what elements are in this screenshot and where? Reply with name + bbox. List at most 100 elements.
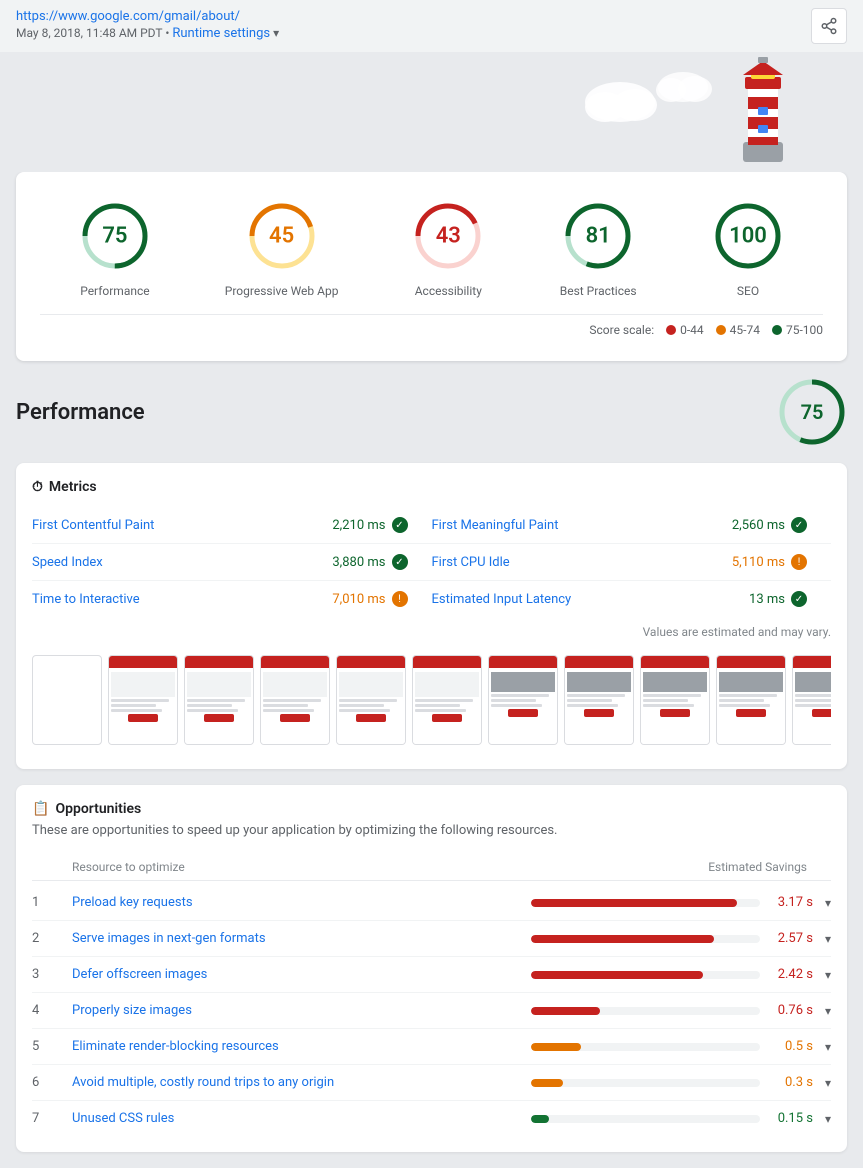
scale-item: 75-100 xyxy=(772,323,823,337)
score-scale: Score scale: 0-4445-7475-100 xyxy=(40,314,823,337)
opp-bar-container xyxy=(531,935,760,943)
filmstrip-frame xyxy=(412,655,482,745)
opportunity-row[interactable]: 2 Serve images in next-gen formats 2.57 … xyxy=(32,921,831,957)
filmstrip-frame xyxy=(32,655,102,745)
section-title: Performance 75 xyxy=(16,377,847,447)
metric-name[interactable]: First Contentful Paint xyxy=(32,518,154,533)
opp-bar-container xyxy=(531,1115,760,1123)
metric-value: 5,110 ms ! xyxy=(732,554,807,570)
opportunity-row[interactable]: 5 Eliminate render-blocking resources 0.… xyxy=(32,1029,831,1065)
chevron-down-icon[interactable]: ▾ xyxy=(825,1112,831,1126)
metric-value: 13 ms ✓ xyxy=(749,591,807,607)
scale-dot xyxy=(772,325,782,335)
opportunities-section: 📋 Opportunities These are opportunities … xyxy=(16,785,847,1152)
score-performance: 75 Performance xyxy=(75,196,155,298)
table-icon: 📋 xyxy=(32,801,49,817)
share-button[interactable] xyxy=(811,8,847,44)
runtime-settings-link[interactable]: Runtime settings xyxy=(172,26,270,41)
opp-name[interactable]: Defer offscreen images xyxy=(72,967,531,982)
cloud-icon xyxy=(580,72,660,122)
opp-value: 0.76 s xyxy=(768,1003,813,1018)
opp-number: 5 xyxy=(32,1039,72,1054)
metric-row: Estimated Input Latency 13 ms ✓ xyxy=(432,581,832,617)
filmstrip-frame xyxy=(564,655,634,745)
opp-name[interactable]: Properly size images xyxy=(72,1003,531,1018)
metrics-right-col: First Meaningful Paint 2,560 ms ✓ First … xyxy=(432,507,832,617)
opp-savings: 2.42 s ▾ xyxy=(531,967,831,982)
metric-value: 2,560 ms ✓ xyxy=(732,517,807,533)
opp-number: 7 xyxy=(32,1111,72,1126)
opportunity-row[interactable]: 6 Avoid multiple, costly round trips to … xyxy=(32,1065,831,1101)
url-link[interactable]: https://www.google.com/gmail/about/ xyxy=(16,9,240,24)
filmstrip-frame xyxy=(640,655,710,745)
filmstrip-frame xyxy=(336,655,406,745)
filmstrip-frame xyxy=(260,655,330,745)
chevron-down-icon[interactable]: ▾ xyxy=(825,1076,831,1090)
metric-value: 7,010 ms ! xyxy=(332,591,407,607)
filmstrip-frame xyxy=(184,655,254,745)
opp-value: 2.42 s xyxy=(768,967,813,982)
opportunity-row[interactable]: 1 Preload key requests 3.17 s ▾ xyxy=(32,885,831,921)
metric-row: First Contentful Paint 2,210 ms ✓ xyxy=(32,507,432,544)
opp-savings: 2.57 s ▾ xyxy=(531,931,831,946)
main-content: Performance 75 ⏱ Metrics First Contentfu… xyxy=(0,361,863,1168)
scores-card: 75 Performance 45 Progressive Web App 43… xyxy=(16,172,847,361)
metric-row: First Meaningful Paint 2,560 ms ✓ xyxy=(432,507,832,544)
score-circle-best-practices: 81 xyxy=(558,196,638,276)
metrics-grid: First Contentful Paint 2,210 ms ✓ Speed … xyxy=(32,507,831,617)
lighthouse-mascot xyxy=(723,57,803,167)
opp-name[interactable]: Preload key requests xyxy=(72,895,531,910)
metric-row: Speed Index 3,880 ms ✓ xyxy=(32,544,432,581)
opp-name[interactable]: Avoid multiple, costly round trips to an… xyxy=(72,1075,531,1090)
chevron-down-icon[interactable]: ▾ xyxy=(825,896,831,910)
opp-savings: 0.15 s ▾ xyxy=(531,1111,831,1126)
metric-row: First CPU Idle 5,110 ms ! xyxy=(432,544,832,581)
opp-number: 4 xyxy=(32,1003,72,1018)
score-circle-seo: 100 xyxy=(708,196,788,276)
top-bar: https://www.google.com/gmail/about/ May … xyxy=(0,0,863,52)
status-icon: ✓ xyxy=(392,517,408,533)
opportunity-row[interactable]: 4 Properly size images 0.76 s ▾ xyxy=(32,993,831,1029)
score-seo: 100 SEO xyxy=(708,196,788,298)
filmstrip-frame xyxy=(716,655,786,745)
metrics-header: ⏱ Metrics xyxy=(32,479,831,495)
metric-name[interactable]: First CPU Idle xyxy=(432,555,510,570)
opp-name[interactable]: Serve images in next-gen formats xyxy=(72,931,531,946)
opp-name[interactable]: Eliminate render-blocking resources xyxy=(72,1039,531,1054)
metric-name[interactable]: Time to Interactive xyxy=(32,592,140,607)
opp-savings: 0.5 s ▾ xyxy=(531,1039,831,1054)
metric-row: Time to Interactive 7,010 ms ! xyxy=(32,581,432,617)
scale-item: 45-74 xyxy=(716,323,760,337)
metric-name[interactable]: Estimated Input Latency xyxy=(432,592,572,607)
chevron-down-icon[interactable]: ▾ xyxy=(825,1004,831,1018)
opp-value: 0.5 s xyxy=(768,1039,813,1054)
opp-number: 1 xyxy=(32,895,72,910)
filmstrip-frame xyxy=(108,655,178,745)
chevron-down-icon[interactable]: ▾ xyxy=(825,932,831,946)
chevron-down-icon[interactable]: ▾ xyxy=(825,968,831,982)
opp-bar-container xyxy=(531,971,760,979)
opp-bar xyxy=(531,1079,563,1087)
opp-bar xyxy=(531,1007,600,1015)
metric-name[interactable]: Speed Index xyxy=(32,555,103,570)
opp-value: 0.3 s xyxy=(768,1075,813,1090)
opp-number: 2 xyxy=(32,931,72,946)
filmstrip-frame xyxy=(488,655,558,745)
opportunity-row[interactable]: 7 Unused CSS rules 0.15 s ▾ xyxy=(32,1101,831,1136)
score-accessibility: 43 Accessibility xyxy=(408,196,488,298)
opportunity-row[interactable]: 3 Defer offscreen images 2.42 s ▾ xyxy=(32,957,831,993)
metric-value: 2,210 ms ✓ xyxy=(332,517,407,533)
metric-name[interactable]: First Meaningful Paint xyxy=(432,518,559,533)
opp-bar xyxy=(531,935,714,943)
lighthouse-header xyxy=(0,52,863,172)
date-runtime: May 8, 2018, 11:48 AM PDT • Runtime sett… xyxy=(16,26,279,41)
opp-bar-container xyxy=(531,1007,760,1015)
filmstrip xyxy=(32,647,831,753)
opportunities-table-header: Resource to optimize Estimated Savings xyxy=(32,854,831,881)
opp-name[interactable]: Unused CSS rules xyxy=(72,1111,531,1126)
scores-row: 75 Performance 45 Progressive Web App 43… xyxy=(40,196,823,298)
opp-savings: 0.76 s ▾ xyxy=(531,1003,831,1018)
status-icon: ✓ xyxy=(791,517,807,533)
chevron-down-icon[interactable]: ▾ xyxy=(825,1040,831,1054)
opp-bar-container xyxy=(531,899,760,907)
